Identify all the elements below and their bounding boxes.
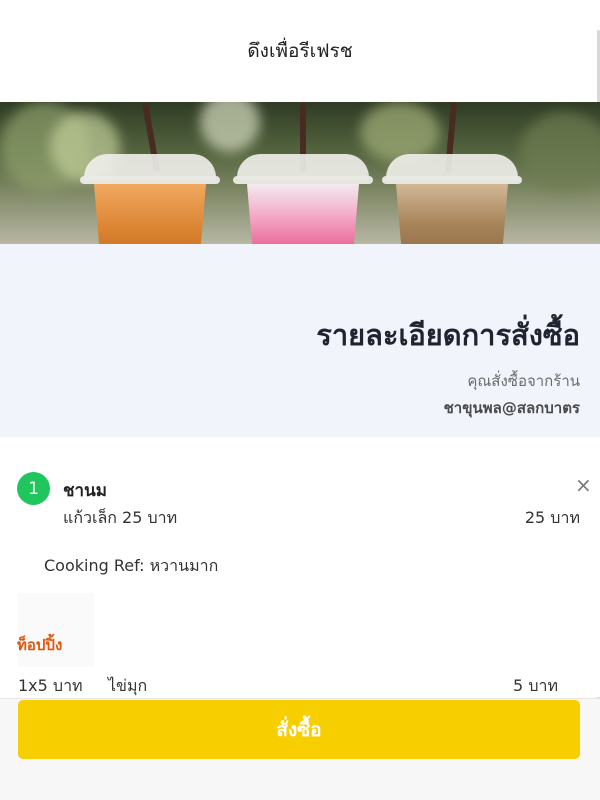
place-order-button[interactable]: สั่งซื้อ — [18, 700, 580, 759]
close-icon[interactable]: × — [575, 475, 592, 495]
order-item: 1 ชานม × แก้วเล็ก 25 บาท 25 บาท Cooking … — [0, 437, 600, 697]
quantity-badge: 1 — [17, 472, 50, 505]
shop-name: ชาขุนพล@สลกบาตร — [443, 399, 580, 417]
topping-name: ไข่มุก — [108, 676, 148, 695]
size-price: 25 บาท — [122, 508, 178, 527]
order-summary-header: รายละเอียดการสั่งซื้อ คุณสั่งซื้อจากร้าน… — [0, 244, 600, 437]
topping-section-label: ท็อปปิ้ง — [17, 636, 63, 654]
pull-to-refresh-text: ดึงเพื่อรีเฟรช — [247, 40, 353, 62]
topping-qty-price: 1x5 บาท — [18, 676, 83, 695]
thai-tea-cup-icon — [80, 154, 220, 244]
pull-to-refresh-header: ดึงเพื่อรีเฟรช — [0, 0, 600, 102]
item-size: แก้วเล็ก 25 บาท — [63, 506, 177, 531]
item-line-price: 25 บาท — [524, 508, 580, 527]
page-title: รายละเอียดการสั่งซื้อ — [316, 318, 580, 352]
cooking-ref: Cooking Ref: หวานมาก — [44, 556, 219, 575]
item-name: ชานม — [63, 481, 107, 501]
pink-milk-cup-icon — [233, 154, 373, 244]
ordered-from-label: คุณสั่งซื้อจากร้าน — [467, 372, 580, 390]
size-name: แก้วเล็ก — [63, 508, 117, 527]
coffee-cup-icon — [382, 154, 522, 244]
banner-image — [0, 102, 600, 244]
topping-price: 5 บาท — [513, 676, 558, 695]
bottom-action-bar: สั่งซื้อ — [0, 698, 600, 800]
